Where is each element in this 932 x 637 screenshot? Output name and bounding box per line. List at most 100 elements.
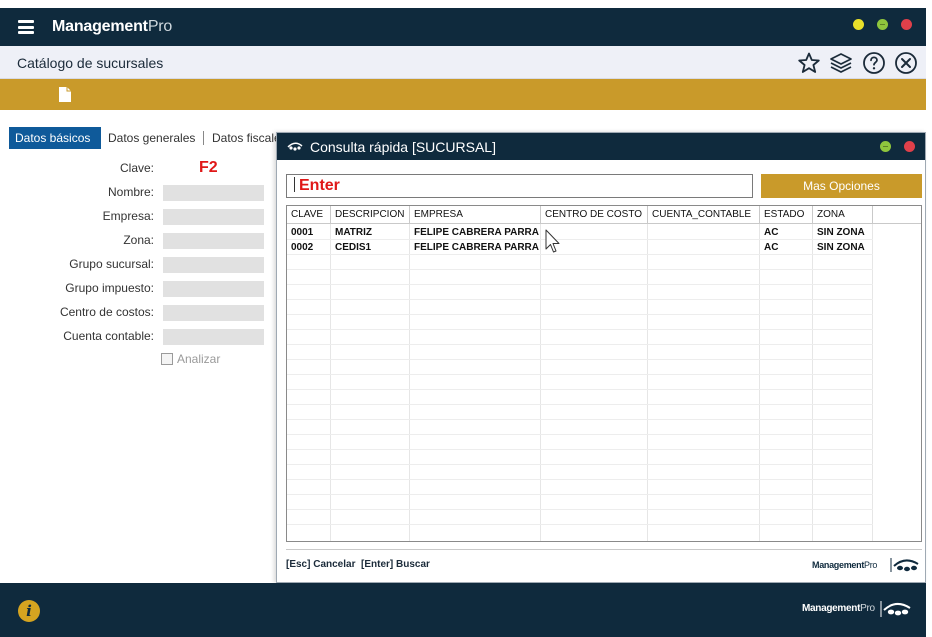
quick-search-dialog: Consulta rápida [SUCURSAL] Enter Mas Opc…	[276, 132, 926, 583]
form-row-zona: Zona:	[0, 232, 264, 250]
column-header-cuenta-contable[interactable]: CUENTA_CONTABLE	[648, 206, 760, 224]
dialog-title: Consulta rápida [SUCURSAL]	[310, 139, 496, 155]
form-row-grupo-sucursal: Grupo sucursal:	[0, 256, 264, 274]
checkbox-box[interactable]	[161, 353, 173, 365]
cuenta-contable-label: Cuenta contable:	[63, 329, 154, 343]
empresa-label: Empresa:	[102, 209, 154, 223]
page-header: Catálogo de sucursales	[0, 46, 926, 79]
dialog-brand: ManagementPro	[812, 560, 877, 570]
footer-brand: ManagementPro	[802, 603, 875, 614]
grid-line	[287, 359, 873, 360]
table-row[interactable]: 0002 CEDIS1 FELIPE CABRERA PARRA AC SIN …	[287, 240, 921, 255]
column-header-centro-costo[interactable]: CENTRO DE COSTO	[541, 206, 648, 224]
cell-empresa: FELIPE CABRERA PARRA	[414, 227, 540, 238]
cell-clave: 0002	[291, 242, 314, 253]
dialog-titlebar: Consulta rápida [SUCURSAL]	[277, 133, 925, 160]
search-value: Enter	[299, 177, 340, 194]
tab-divider	[203, 131, 204, 145]
column-header-zona[interactable]: ZONA	[813, 206, 873, 224]
footer-bar: i ManagementPro	[0, 583, 926, 637]
form-row-cuenta-contable: Cuenta contable:	[0, 328, 264, 346]
column-header-estado[interactable]: ESTADO	[760, 206, 813, 224]
menu-icon[interactable]	[18, 20, 34, 34]
centro-costos-label: Centro de costos:	[59, 305, 154, 319]
grid-line	[287, 479, 873, 480]
mouse-cursor-icon	[545, 229, 560, 253]
cancel-hint[interactable]: [Esc] Cancelar	[286, 559, 355, 570]
help-icon[interactable]	[862, 51, 886, 75]
column-header-descripcion[interactable]: DESCRIPCION	[331, 206, 410, 224]
dialog-logo-icon	[287, 142, 303, 151]
cell-descripcion: CEDIS1	[335, 242, 372, 253]
star-icon[interactable]	[797, 51, 821, 75]
top-bar: ManagementPro	[0, 8, 926, 46]
cell-clave: 0001	[291, 227, 314, 238]
results-grid: CLAVE DESCRIPCION EMPRESA CENTRO DE COST…	[286, 205, 922, 542]
info-icon[interactable]: i	[18, 600, 40, 622]
footer-logo-icon	[880, 601, 911, 617]
search-hint[interactable]: [Enter] Buscar	[361, 559, 430, 570]
grid-line	[287, 344, 873, 345]
brand-logo: ManagementPro	[52, 18, 172, 36]
nombre-field[interactable]	[163, 185, 264, 201]
grid-line	[287, 269, 873, 270]
analizar-checkbox[interactable]: Analizar	[161, 352, 220, 366]
column-header-empresa[interactable]: EMPRESA	[410, 206, 541, 224]
new-document-icon[interactable]	[58, 86, 72, 103]
nombre-label: Nombre:	[107, 185, 154, 199]
cell-empresa: FELIPE CABRERA PARRA	[414, 242, 540, 253]
more-options-button[interactable]: Mas Opciones	[761, 174, 922, 198]
column-header-clave[interactable]: CLAVE	[287, 206, 331, 224]
grid-line	[287, 389, 873, 390]
dialog-brand-pro: Pro	[864, 560, 878, 570]
tab-datos-basicos[interactable]: Datos básicos	[9, 127, 101, 149]
dialog-close-button[interactable]	[904, 141, 915, 152]
centro-costos-field[interactable]	[163, 305, 264, 321]
clave-value: F2	[199, 159, 218, 176]
cell-estado: AC	[764, 227, 779, 238]
grid-line	[287, 374, 873, 375]
grupo-impuesto-field[interactable]	[163, 281, 264, 297]
grid-line	[287, 284, 873, 285]
cell-cuenta-contable	[648, 240, 652, 255]
grid-line	[287, 524, 873, 525]
brand-pro: Pro	[147, 18, 173, 35]
grid-line	[287, 329, 873, 330]
grid-line	[287, 419, 873, 420]
grid-line	[287, 509, 873, 510]
brand-main: Management	[52, 18, 148, 35]
close-window-button[interactable]	[901, 19, 912, 30]
tab-datos-generales[interactable]: Datos generales	[102, 127, 201, 149]
action-toolbar	[0, 79, 926, 110]
cuenta-contable-field[interactable]	[163, 329, 264, 345]
cell-estado: AC	[764, 242, 779, 253]
search-input[interactable]: Enter	[286, 174, 753, 198]
grid-line	[287, 314, 873, 315]
minimize-button[interactable]	[853, 19, 864, 30]
cell-zona: SIN ZONA	[817, 227, 865, 238]
maximize-button[interactable]	[877, 19, 888, 30]
close-icon[interactable]	[894, 51, 918, 75]
grid-line	[287, 434, 873, 435]
dialog-footer-divider	[286, 549, 922, 550]
dialog-maximize-button[interactable]	[880, 141, 891, 152]
zona-field[interactable]	[163, 233, 264, 249]
zona-label: Zona:	[123, 233, 154, 247]
form-row-clave: Clave:	[0, 160, 264, 178]
grupo-sucursal-field[interactable]	[163, 257, 264, 273]
footer-brand-main: Management	[802, 603, 861, 614]
grupo-impuesto-label: Grupo impuesto:	[65, 281, 154, 295]
table-row[interactable]: 0001 MATRIZ FELIPE CABRERA PARRA AC SIN …	[287, 225, 921, 240]
empresa-field[interactable]	[163, 209, 264, 225]
grid-line	[287, 464, 873, 465]
dialog-brand-main: Management	[812, 560, 865, 570]
cell-descripcion: MATRIZ	[335, 227, 373, 238]
grid-line	[287, 494, 873, 495]
form-row-empresa: Empresa:	[0, 208, 264, 226]
analizar-label: Analizar	[177, 352, 221, 366]
layers-icon[interactable]	[829, 51, 853, 75]
clave-label: Clave:	[119, 161, 154, 175]
grupo-sucursal-label: Grupo sucursal:	[69, 257, 154, 271]
grid-header: CLAVE DESCRIPCION EMPRESA CENTRO DE COST…	[287, 206, 921, 224]
footer-brand-pro: Pro	[860, 603, 875, 614]
